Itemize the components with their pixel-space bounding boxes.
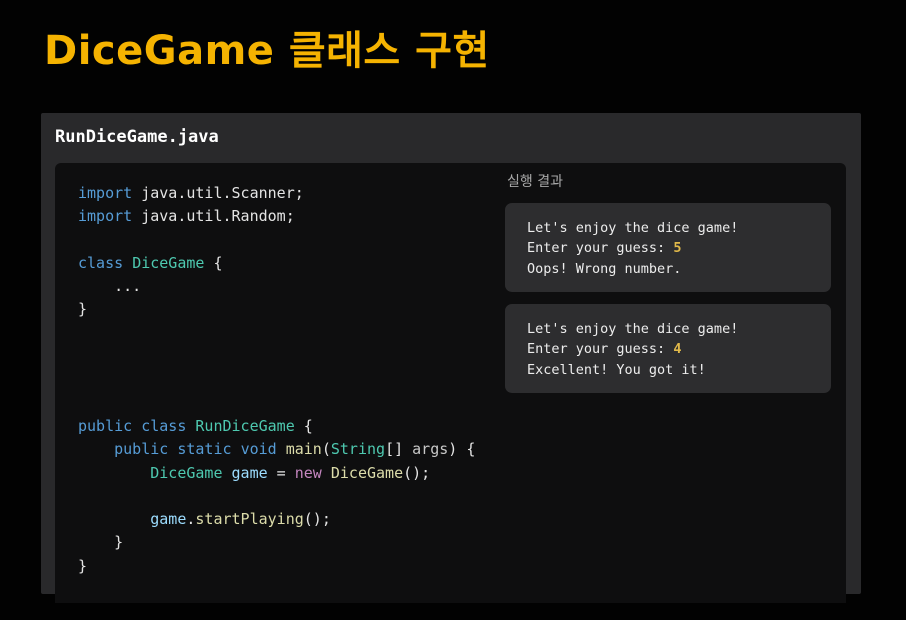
code-token: ) {	[448, 440, 476, 459]
results-label: 실행 결과	[507, 174, 563, 190]
code-token: }	[78, 300, 88, 319]
code-block: import java.util.Scanner; import java.ut…	[78, 182, 475, 578]
code-token: import	[78, 184, 133, 202]
code-token: java.util.Random;	[132, 207, 295, 226]
output-line: Enter your guess:	[527, 341, 674, 358]
output-box: Let's enjoy the dice game! Enter your gu…	[505, 203, 831, 292]
code-token: game	[150, 510, 187, 529]
code-token: import	[78, 207, 133, 226]
guess-value: 5	[673, 240, 682, 257]
code-token: public	[78, 416, 133, 435]
output-line: Let's enjoy the dice game!	[527, 321, 739, 337]
code-editor: import java.util.Scanner; import java.ut…	[55, 163, 846, 603]
code-token: {	[204, 253, 223, 272]
code-token: new	[294, 463, 322, 482]
code-token: ();	[403, 463, 431, 482]
code-token: static	[177, 440, 232, 459]
code-panel: RunDiceGame.java import java.util.Scanne…	[41, 113, 861, 603]
output-line: Enter your guess:	[527, 240, 674, 257]
code-token: }	[78, 533, 124, 552]
output-box: Let's enjoy the dice game! Enter your gu…	[505, 304, 831, 393]
code-token: (	[321, 440, 331, 459]
code-token: class	[141, 416, 187, 435]
guess-value: 4	[673, 341, 682, 358]
output-text: Let's enjoy the dice game! Enter your gu…	[527, 319, 738, 380]
code-token: ...	[78, 277, 142, 296]
output-line: Oops! Wrong number.	[527, 260, 682, 277]
code-token: []	[385, 440, 413, 459]
code-token: DiceGame	[150, 463, 223, 482]
code-token: =	[267, 463, 295, 482]
filename-label: RunDiceGame.java	[55, 127, 219, 147]
page-title: DiceGame 클래스 구현	[44, 28, 490, 74]
output-line: Excellent! You got it!	[527, 361, 706, 378]
code-token: RunDiceGame	[195, 416, 295, 435]
code-token: }	[78, 556, 88, 575]
code-token: DiceGame	[330, 463, 404, 482]
output-line: Let's enjoy the dice game!	[527, 220, 739, 236]
code-token: {	[294, 416, 313, 435]
code-token: class	[78, 253, 124, 272]
code-token: java.util.Scanner;	[132, 184, 304, 202]
code-token: ();	[303, 510, 331, 529]
code-token: String	[330, 440, 386, 459]
code-token: args	[412, 440, 449, 459]
output-text: Let's enjoy the dice game! Enter your gu…	[527, 218, 738, 279]
code-token: game	[231, 463, 268, 482]
code-token: public	[114, 440, 169, 459]
code-token: DiceGame	[132, 253, 205, 272]
code-token: main	[285, 440, 322, 459]
code-token: startPlaying	[195, 510, 304, 529]
code-token: void	[240, 440, 277, 459]
